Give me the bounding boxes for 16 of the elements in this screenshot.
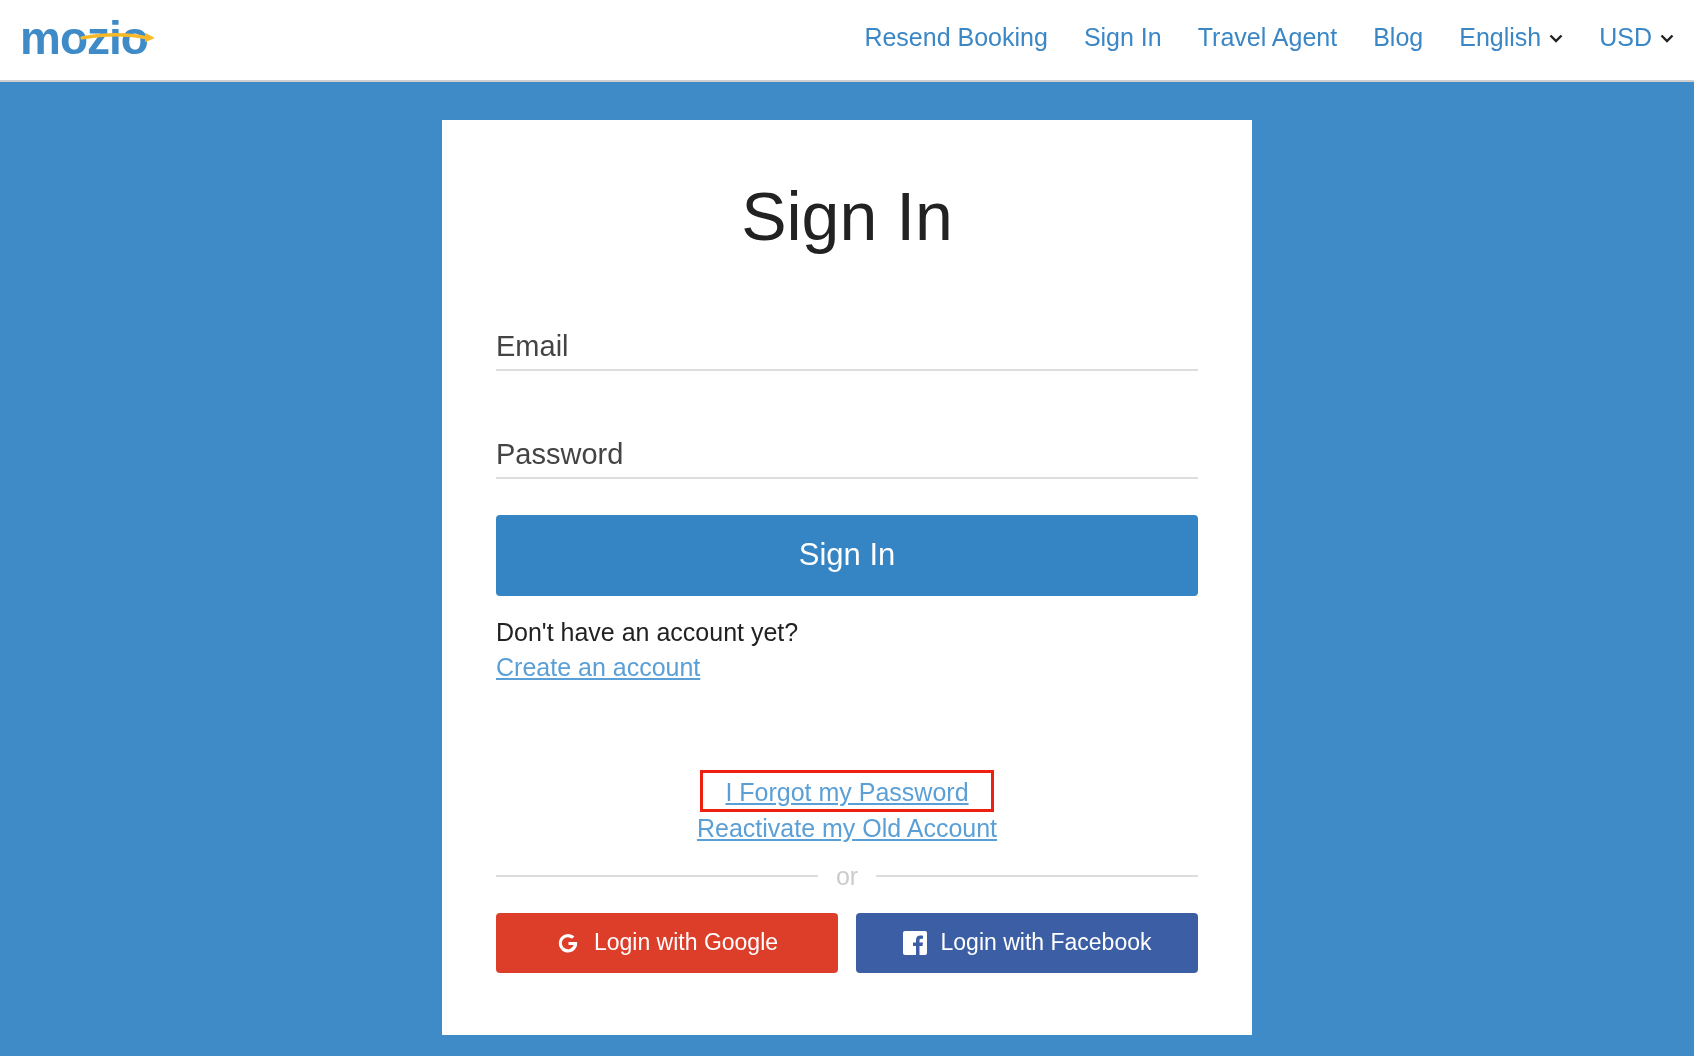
- signup-prompt: Don't have an account yet?: [496, 617, 800, 647]
- google-login-button[interactable]: Login with Google: [496, 912, 838, 973]
- facebook-icon: [902, 930, 927, 955]
- sign-in-button[interactable]: Sign In: [496, 514, 1198, 596]
- nav-link[interactable]: Blog: [1373, 22, 1424, 52]
- nav-link[interactable]: Travel Agent: [1197, 22, 1338, 52]
- page-title: Sign In: [740, 177, 954, 256]
- nav-link[interactable]: Sign In: [1083, 22, 1162, 52]
- nav-dropdown[interactable]: USD: [1599, 22, 1674, 52]
- nav-dropdown[interactable]: English: [1459, 22, 1564, 52]
- caret-icon: [1660, 34, 1674, 43]
- nav-link[interactable]: Resend Booking: [864, 22, 1048, 52]
- create-account-link[interactable]: Create an account: [496, 652, 701, 681]
- caret-icon: [1549, 34, 1564, 43]
- account-link[interactable]: I Forgot my Password: [700, 769, 994, 812]
- facebook-login-button[interactable]: Login with Facebook: [856, 912, 1198, 973]
